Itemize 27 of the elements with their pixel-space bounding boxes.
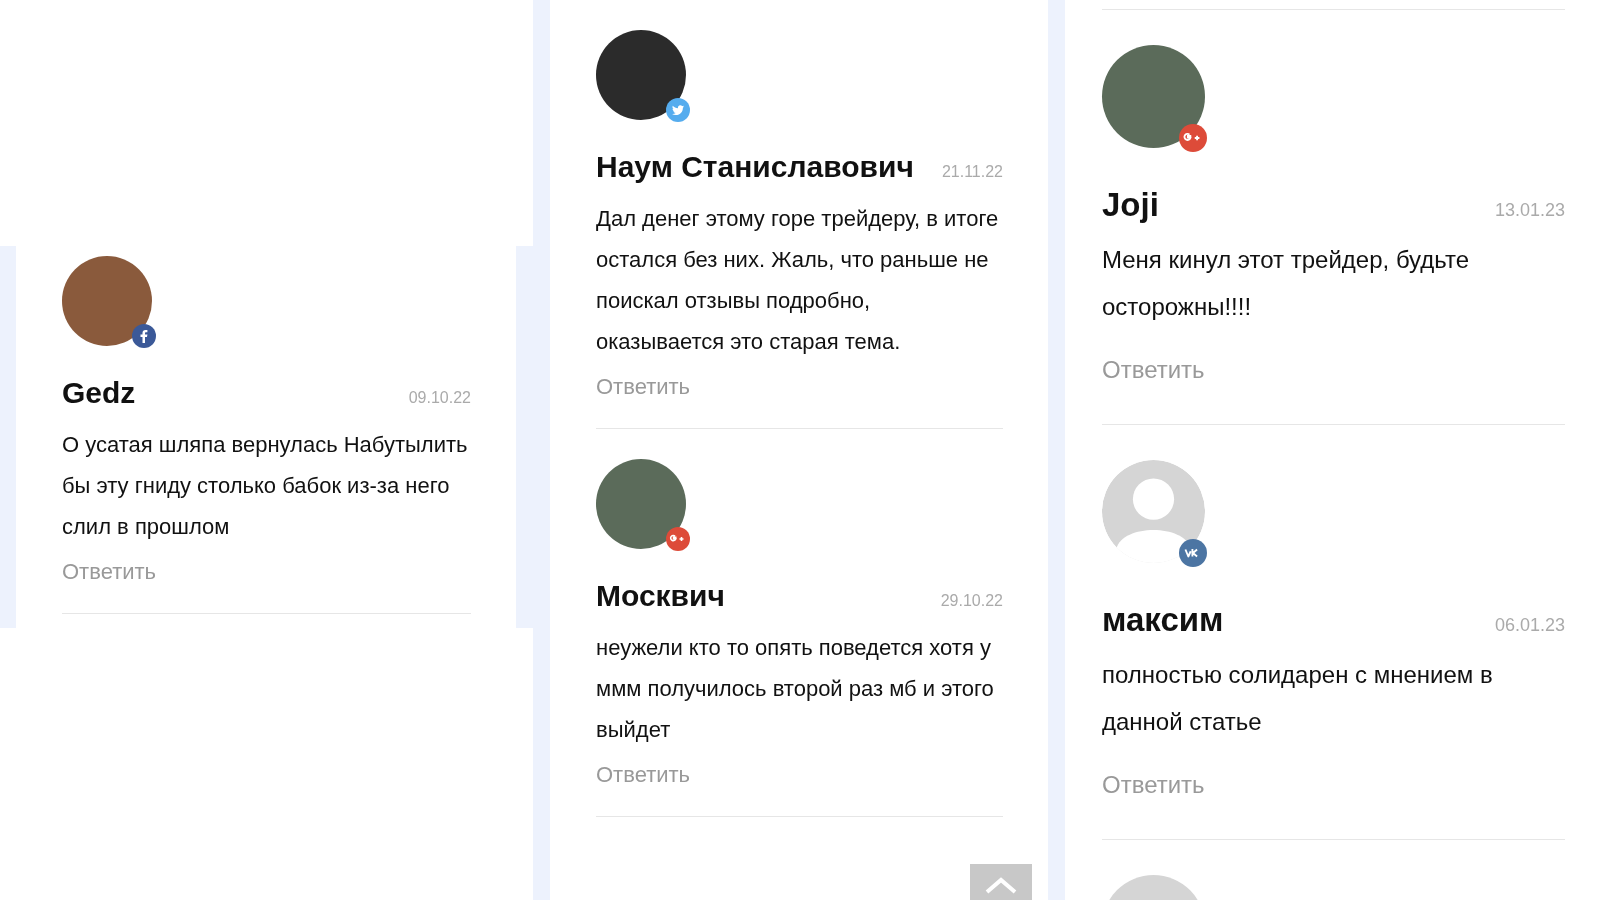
comment-date: 06.01.23: [1494, 615, 1565, 636]
comment-text: Дал денег этому горе трейдеру, в итоге остался без них. Жаль, что раньше не поискал отзывы подробно, оказывается это старая тема.: [596, 205, 1000, 356]
commenter-name: Joji: [1102, 186, 1159, 224]
commenter-name: Наум Станиславович: [596, 150, 914, 184]
reply-link[interactable]: Ответить: [1102, 771, 1565, 799]
commenter-name: максим: [1102, 601, 1224, 639]
reply-link[interactable]: Ответить: [596, 762, 1003, 788]
comment-text: неужели кто то опять поведется хотя у ммм получилось второй раз мб и этого выйдет: [596, 634, 995, 744]
default-avatar-icon: [1102, 460, 1205, 563]
social-badge-icon: [132, 324, 156, 348]
social-badge-icon: [1179, 539, 1207, 567]
commenter-name: Москвич: [596, 579, 725, 613]
comment-date: 29.10.22: [940, 592, 1003, 610]
reply-link[interactable]: Ответить: [62, 559, 471, 585]
reply-link[interactable]: Ответить: [1102, 356, 1565, 384]
comment-text: О усатая шляпа вернулась Набутылить бы эту гниду столько бабок из-за него слил в прошлом: [62, 431, 469, 541]
comment-date: 13.01.23: [1494, 200, 1565, 221]
social-badge-icon: [666, 98, 690, 122]
comment-date: 09.10.22: [408, 389, 471, 407]
reply-link[interactable]: Ответить: [596, 374, 1003, 400]
comment-date: 21.11.22: [941, 163, 1003, 181]
scroll-to-top-button[interactable]: [970, 864, 1032, 900]
social-badge-icon: [1179, 124, 1207, 152]
comment-text: Меня кинул этот трейдер, будьте осторожны!!!!: [1102, 245, 1470, 322]
commenter-name: Gedz: [62, 376, 136, 410]
comment-text: полностью солидарен с мнением в данной статье: [1102, 660, 1494, 737]
social-badge-icon: [666, 527, 690, 551]
